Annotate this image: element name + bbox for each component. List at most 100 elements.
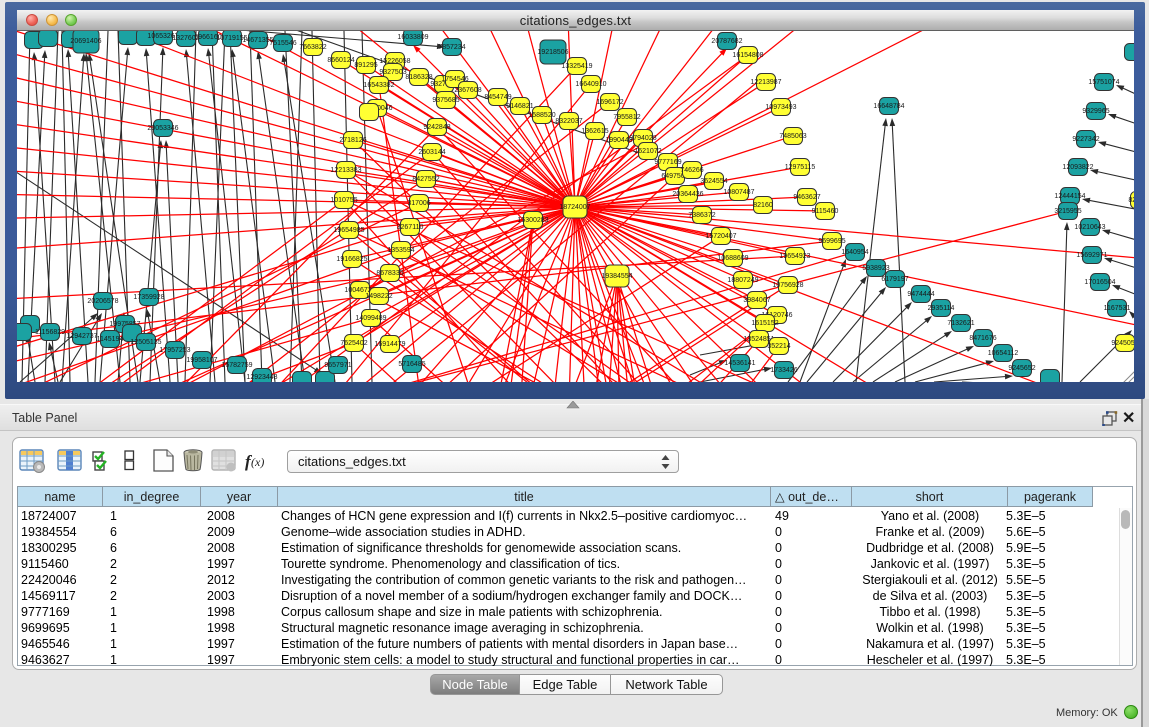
svg-text:9657971: 9657971 [324,362,351,369]
svg-text:12923448: 12923448 [246,374,277,381]
svg-text:2718126: 2718126 [339,137,366,144]
svg-text:746266: 746266 [680,167,703,174]
svg-text:7386372: 7386372 [688,212,715,219]
svg-text:10210643: 10210643 [1074,224,1105,231]
svg-text:12505135: 12505135 [130,339,161,346]
svg-text:3624554: 3624554 [700,178,727,185]
svg-text:10807487: 10807487 [723,189,754,196]
svg-text:14536141: 14536141 [724,360,755,367]
svg-text:16543382: 16543382 [363,82,394,89]
svg-text:1588520: 1588520 [528,112,555,119]
svg-text:1733426: 1733426 [770,367,797,374]
svg-text:19218506: 19218506 [537,49,568,56]
svg-text:1353594: 1353594 [387,247,414,254]
svg-text:7625402: 7625402 [340,340,367,347]
svg-text:8322037: 8322037 [555,118,582,125]
svg-text:10688609: 10688609 [717,255,748,262]
svg-text:20053346: 20053346 [147,125,178,132]
svg-text:12942737: 12942737 [66,333,97,340]
svg-text:13325419: 13325419 [561,63,592,70]
svg-text:19958107: 19958107 [186,357,217,364]
svg-text:1167531: 1167531 [1104,305,1131,312]
svg-text:16154808: 16154808 [732,52,763,59]
svg-text:14099489: 14099489 [355,315,386,322]
svg-text:9245652: 9245652 [1008,365,1035,372]
svg-text:12444154: 12444154 [1054,193,1085,200]
svg-text:18724007: 18724007 [559,204,590,211]
svg-text:10973493: 10973493 [765,104,796,111]
svg-text:5716485: 5716485 [398,361,425,368]
svg-text:9474444: 9474444 [907,291,934,298]
svg-text:19654923: 19654923 [779,253,810,260]
svg-text:3267110: 3267110 [397,224,424,231]
svg-text:9329965: 9329965 [1082,108,1109,115]
svg-text:1498222: 1498222 [365,293,392,300]
svg-text:1145194: 1145194 [97,336,124,343]
svg-text:15692971: 15692971 [1076,252,1107,259]
svg-text:15751074: 15751074 [1088,79,1119,86]
svg-text:8427552: 8427552 [412,176,439,183]
svg-text:82160: 82160 [753,202,773,209]
svg-text:891295: 891295 [354,62,377,69]
svg-text:17359928: 17359928 [133,294,164,301]
svg-text:12213383: 12213383 [330,167,361,174]
svg-text:317006: 317006 [407,200,430,207]
svg-text:6179197: 6179197 [881,276,908,283]
svg-text:19654985: 19654985 [333,227,364,234]
svg-text:16640910: 16640910 [575,81,606,88]
svg-text:20206578: 20206578 [87,298,118,305]
svg-text:15300283: 15300283 [517,217,548,224]
svg-text:11156829: 11156829 [35,329,65,336]
svg-text:20787682: 20787682 [711,38,742,45]
svg-text:16782759: 16782759 [221,362,252,369]
svg-text:7955812: 7955812 [613,114,640,121]
svg-text:822013: 822013 [1128,197,1134,204]
svg-text:7132621: 7132621 [947,320,974,327]
svg-text:8660124: 8660124 [327,57,354,64]
svg-text:9115460: 9115460 [812,208,839,215]
svg-text:16033809: 16033809 [397,34,428,41]
svg-text:20691406: 20691406 [70,38,101,45]
svg-text:5938923: 5938923 [862,265,889,272]
svg-text:20364436: 20364436 [672,191,703,198]
svg-text:19166825: 19166825 [336,256,367,263]
svg-text:8471676: 8471676 [969,335,996,342]
svg-text:352214: 352214 [767,343,790,350]
svg-text:7485063: 7485063 [779,133,806,140]
svg-text:19384554: 19384554 [601,273,632,280]
svg-text:10654112: 10654112 [988,350,1019,357]
svg-text:8678335: 8678335 [376,270,403,277]
svg-text:7515546: 7515546 [269,40,296,47]
svg-text:9327503: 9327503 [379,69,406,76]
svg-text:7663822: 7663822 [299,44,326,51]
svg-text:16914479: 16914479 [374,341,405,348]
svg-text:9227342: 9227342 [1072,136,1099,143]
svg-text:1621072: 1621072 [634,148,661,155]
svg-text:8186328: 8186328 [405,74,432,81]
svg-text:1010755: 1010755 [330,197,357,204]
svg-text:9375685: 9375685 [432,97,459,104]
svg-text:2935114: 2935114 [928,305,955,312]
svg-text:(x): (x) [251,455,264,469]
svg-text:12093822: 12093822 [1062,164,1093,171]
svg-text:15720407: 15720407 [705,233,736,240]
svg-text:12213987: 12213987 [750,79,781,86]
svg-text:9463627: 9463627 [793,194,820,201]
svg-text:18807249: 18807249 [727,277,758,284]
svg-text:9699695: 9699695 [818,238,845,245]
svg-text:1640954: 1640954 [841,249,868,256]
svg-text:17957253: 17957253 [159,347,190,354]
svg-text:9146821: 9146821 [506,103,533,110]
svg-text:17016504: 17016504 [1084,279,1115,286]
svg-text:2367608: 2367608 [454,87,481,94]
svg-text:9245052: 9245052 [1111,340,1134,347]
svg-text:10756928: 10756928 [772,282,803,289]
svg-text:9777169: 9777169 [654,159,681,166]
svg-text:1615152: 1615152 [751,320,778,327]
svg-text:3215955: 3215955 [1054,208,1081,215]
svg-text:16648784: 16648784 [873,103,904,110]
svg-text:7857234: 7857234 [438,44,465,51]
svg-text:3984067: 3984067 [743,297,770,304]
svg-text:1362615: 1362615 [581,128,608,135]
svg-text:2603144: 2603144 [418,149,445,156]
